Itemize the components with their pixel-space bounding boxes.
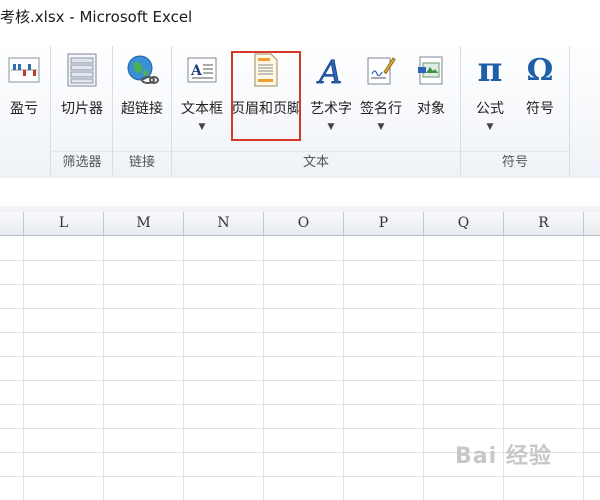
symbol-omega-icon: Ω bbox=[526, 52, 554, 88]
equation-pi-icon: π bbox=[477, 50, 503, 90]
column-header-n[interactable]: N bbox=[184, 212, 264, 235]
hyperlink-button[interactable]: 超链接 bbox=[115, 50, 169, 118]
chevron-down-icon: ▼ bbox=[377, 122, 385, 132]
slicer-label: 切片器 bbox=[61, 101, 103, 117]
window-title: 考核.xlsx - Microsoft Excel bbox=[0, 8, 193, 26]
win-loss-button[interactable]: 盈亏 bbox=[0, 50, 48, 118]
win-loss-sparkline-icon bbox=[4, 50, 44, 90]
column-header-p[interactable]: P bbox=[344, 212, 424, 235]
hyperlink-globe-icon bbox=[122, 50, 162, 90]
group-label-filter: 筛选器 bbox=[52, 151, 112, 174]
slicer-button[interactable]: 切片器 bbox=[54, 50, 110, 118]
signature-line-icon bbox=[361, 50, 401, 90]
object-icon bbox=[411, 50, 451, 90]
object-label: 对象 bbox=[417, 101, 445, 117]
wordart-icon: A bbox=[311, 50, 351, 90]
svg-text:A: A bbox=[190, 63, 203, 79]
slicer-icon bbox=[62, 50, 102, 90]
group-sparklines: 盈亏 bbox=[0, 46, 51, 176]
group-label-text: 文本 bbox=[172, 151, 460, 174]
wordart-button[interactable]: A 艺术字 ▼ bbox=[306, 50, 356, 132]
highlight-box bbox=[231, 51, 301, 141]
svg-text:A: A bbox=[316, 53, 342, 87]
group-label-links: 链接 bbox=[113, 151, 171, 174]
win-loss-label: 盈亏 bbox=[10, 101, 38, 117]
chevron-down-icon: ▼ bbox=[198, 122, 206, 132]
equation-button[interactable]: π 公式 ▼ bbox=[465, 50, 515, 132]
text-box-icon: A bbox=[182, 50, 222, 90]
wordart-label: 艺术字 bbox=[310, 101, 352, 117]
column-header-row: L M N O P Q R bbox=[0, 212, 600, 236]
column-header-partial[interactable] bbox=[0, 212, 24, 235]
column-header-o[interactable]: O bbox=[264, 212, 344, 235]
symbol-button[interactable]: Ω 符号 bbox=[515, 50, 565, 118]
text-box-label: 文本框 bbox=[181, 101, 223, 117]
formula-bar[interactable] bbox=[0, 178, 600, 207]
column-header-q[interactable]: Q bbox=[424, 212, 504, 235]
text-box-button[interactable]: A 文本框 ▼ bbox=[174, 50, 230, 132]
group-links: 超链接 链接 bbox=[113, 46, 172, 176]
equation-label: 公式 bbox=[476, 101, 504, 117]
column-header-l[interactable]: L bbox=[24, 212, 104, 235]
chevron-down-icon: ▼ bbox=[486, 122, 494, 132]
group-symbols: π 公式 ▼ Ω 符号 符号 bbox=[461, 46, 570, 176]
group-filter: 切片器 筛选器 bbox=[52, 46, 113, 176]
object-button[interactable]: 对象 bbox=[406, 50, 456, 118]
chevron-down-icon: ▼ bbox=[327, 122, 335, 132]
column-header-r[interactable]: R bbox=[504, 212, 584, 235]
hyperlink-label: 超链接 bbox=[121, 101, 163, 117]
group-text: A 文本框 ▼ 页眉和页脚 A 艺术字 ▼ 签名行 ▼ 对象 文本 bbox=[172, 46, 461, 176]
signature-line-label: 签名行 bbox=[360, 101, 402, 117]
symbol-label: 符号 bbox=[526, 101, 554, 117]
signature-line-button[interactable]: 签名行 ▼ bbox=[356, 50, 406, 132]
column-header-m[interactable]: M bbox=[104, 212, 184, 235]
group-label-symbols: 符号 bbox=[461, 151, 569, 174]
watermark-logo: Bai 经验 bbox=[455, 444, 552, 469]
title-bar: 考核.xlsx - Microsoft Excel bbox=[0, 0, 600, 40]
